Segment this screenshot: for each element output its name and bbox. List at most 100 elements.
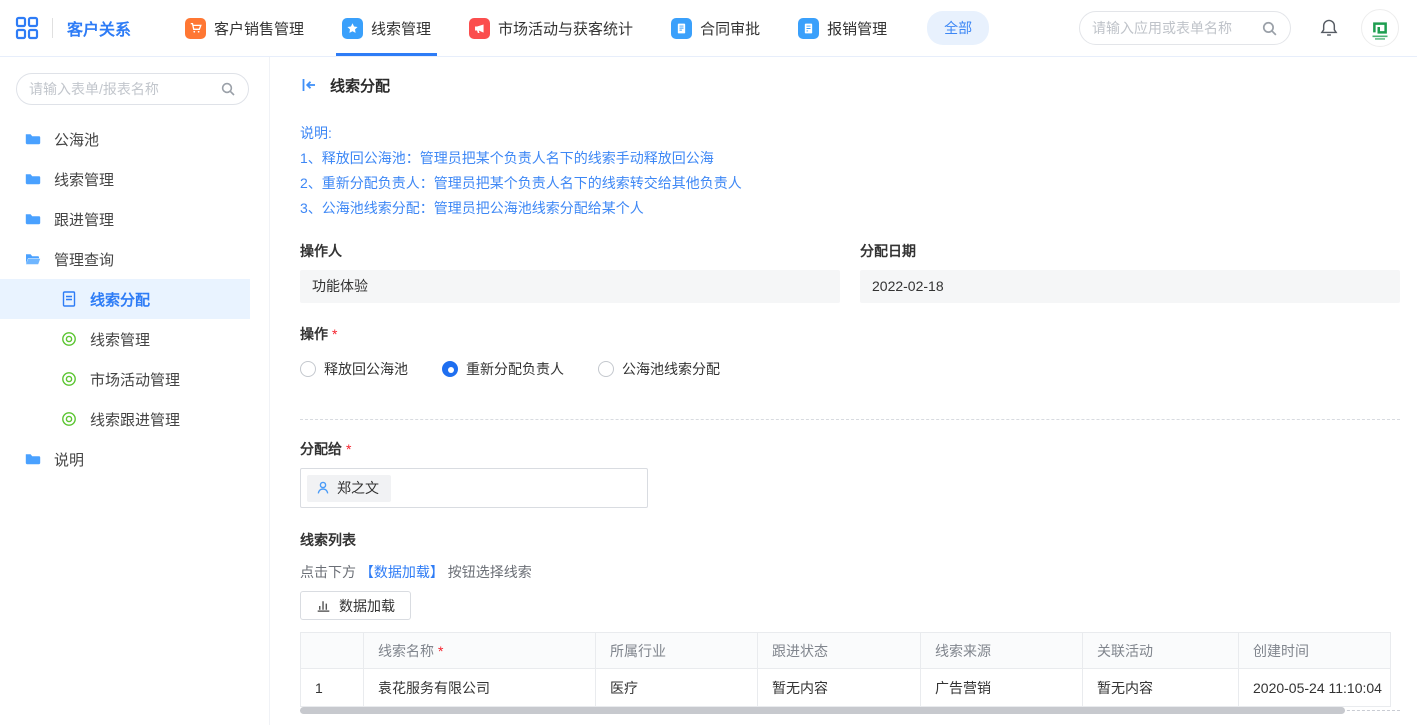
- workspace-title[interactable]: 客户关系: [67, 16, 131, 40]
- radio-reassign-owner[interactable]: 重新分配负责人: [442, 359, 564, 379]
- radio-icon-checked[interactable]: [442, 361, 458, 377]
- nav-tab-label: 市场活动与获客统计: [498, 18, 633, 39]
- instructions-title: 说明:: [300, 121, 1400, 146]
- cell-lead-source: 广告营销: [921, 669, 1083, 707]
- search-icon: [1261, 20, 1278, 37]
- assign-to-input[interactable]: 郑之文: [300, 468, 648, 508]
- search-icon: [220, 81, 236, 97]
- table-row: 1 袁花服务有限公司 医疗 暂无内容 广告营销 暂无内容 2020-05-24 …: [301, 669, 1391, 707]
- report-icon: [60, 370, 78, 388]
- required-mark: *: [346, 441, 351, 457]
- nav-tab-marketing-stats[interactable]: 市场活动与获客统计: [463, 0, 639, 56]
- sidebar-folder-lead-management[interactable]: 线索管理: [0, 159, 269, 199]
- instructions-block: 说明: 1、释放回公海池：管理员把某个负责人名下的线索手动释放回公海 2、重新分…: [300, 121, 1400, 221]
- col-lead-source: 线索来源: [921, 633, 1083, 669]
- hint-text: 按钮选择线索: [444, 564, 532, 580]
- assign-date-field: 分配日期 2022-02-18: [860, 241, 1400, 303]
- megaphone-icon: [469, 18, 490, 39]
- all-apps-pill[interactable]: 全部: [927, 11, 989, 45]
- sidebar-search-input[interactable]: [29, 81, 220, 97]
- instruction-line: 1、释放回公海池：管理员把某个负责人名下的线索手动释放回公海: [300, 146, 1400, 171]
- col-related-activity: 关联活动: [1083, 633, 1239, 669]
- nav-tab-label: 线索管理: [371, 18, 431, 39]
- sidebar-folder-follow-up[interactable]: 跟进管理: [0, 199, 269, 239]
- hint-text: 点击下方: [300, 564, 360, 580]
- cell-created-time: 2020-05-24 11:10:04: [1239, 669, 1391, 707]
- operator-field: 操作人 功能体验: [300, 241, 840, 303]
- cell-industry: 医疗: [596, 669, 758, 707]
- assign-date-input[interactable]: 2022-02-18: [860, 270, 1400, 303]
- sidebar-item-label: 说明: [54, 449, 84, 470]
- lead-list-hint: 点击下方 【数据加载】 按钮选择线索: [300, 562, 1400, 582]
- collapse-back-icon[interactable]: [300, 76, 318, 94]
- data-load-button[interactable]: 数据加载: [300, 591, 411, 620]
- sidebar-folder-instructions[interactable]: 说明: [0, 439, 269, 479]
- required-mark: *: [332, 326, 337, 342]
- account-avatar[interactable]: [1361, 9, 1399, 47]
- nav-tab-label: 客户销售管理: [214, 18, 304, 39]
- sidebar-folder-admin-query[interactable]: 管理查询: [0, 239, 269, 279]
- sidebar-search: [16, 73, 249, 105]
- sidebar-item-market-activity-manage[interactable]: 市场活动管理: [0, 359, 269, 399]
- sidebar-item-lead-manage-report[interactable]: 线索管理: [0, 319, 269, 359]
- cell-index: 1: [301, 669, 364, 707]
- sidebar: 公海池 线索管理 跟进管理: [0, 57, 270, 725]
- lead-list-section: 线索列表 点击下方 【数据加载】 按钮选择线索 数据加载: [300, 530, 1400, 717]
- person-icon: [315, 480, 331, 496]
- operator-input[interactable]: 功能体验: [300, 270, 840, 303]
- col-industry: 所属行业: [596, 633, 758, 669]
- sidebar-folder-public-pool[interactable]: 公海池: [0, 119, 269, 159]
- star-icon: [342, 18, 363, 39]
- radio-release-to-pool[interactable]: 释放回公海池: [300, 359, 408, 379]
- page-header: 线索分配: [300, 57, 1400, 97]
- user-tag[interactable]: 郑之文: [307, 475, 391, 502]
- radio-icon[interactable]: [300, 361, 316, 377]
- lead-table: 线索名称* 所属行业 跟进状态 线索来源 关联活动 创建时间 1 袁花服务有限公…: [300, 632, 1391, 707]
- scrollbar-thumb[interactable]: [300, 707, 1345, 714]
- nav-tab-lead-management[interactable]: 线索管理: [336, 0, 437, 56]
- col-follow-status: 跟进状态: [758, 633, 921, 669]
- nav-tab-expense-management[interactable]: 报销管理: [792, 0, 893, 56]
- col-index: [301, 633, 364, 669]
- folder-icon: [24, 170, 42, 188]
- notifications-bell-icon[interactable]: [1319, 18, 1339, 38]
- apps-grid-icon[interactable]: [14, 15, 40, 41]
- assign-to-field: 分配给* 郑之文: [300, 439, 1400, 508]
- document-icon: [671, 18, 692, 39]
- cell-lead-name: 袁花服务有限公司: [364, 669, 596, 707]
- operation-field: 操作* 释放回公海池 重新分配负责人 公海池线索分配: [300, 324, 1400, 379]
- nav-tab-customer-sales[interactable]: 客户销售管理: [179, 0, 310, 56]
- report-icon: [60, 330, 78, 348]
- col-created-time: 创建时间: [1239, 633, 1391, 669]
- instruction-line: 3、公海池线索分配：管理员把公海池线索分配给某个人: [300, 196, 1400, 221]
- hint-load-link[interactable]: 【数据加载】: [360, 564, 444, 580]
- cell-related-activity: 暂无内容: [1083, 669, 1239, 707]
- sidebar-item-lead-follow-manage[interactable]: 线索跟进管理: [0, 399, 269, 439]
- sidebar-item-label: 公海池: [54, 129, 99, 150]
- nav-tab-label: 合同审批: [700, 18, 760, 39]
- lead-list-title: 线索列表: [300, 530, 1400, 550]
- col-lead-name: 线索名称*: [364, 633, 596, 669]
- nav-tab-contract-approval[interactable]: 合同审批: [665, 0, 766, 56]
- topbar-search: [1079, 11, 1291, 45]
- bar-chart-icon: [316, 598, 331, 613]
- folder-icon: [24, 450, 42, 468]
- form-icon: [60, 290, 78, 308]
- required-mark: *: [438, 643, 443, 659]
- topbar: 客户关系 客户销售管理 线索管理 市场活动与获客: [0, 0, 1417, 57]
- cell-follow-status: 暂无内容: [758, 669, 921, 707]
- sidebar-item-lead-assign[interactable]: 线索分配: [0, 279, 250, 319]
- main-content: 线索分配 说明: 1、释放回公海池：管理员把某个负责人名下的线索手动释放回公海 …: [270, 57, 1417, 725]
- topbar-search-input[interactable]: [1092, 20, 1261, 36]
- sidebar-item-label: 管理查询: [54, 249, 114, 270]
- folder-open-icon: [24, 250, 42, 268]
- receipt-icon: [798, 18, 819, 39]
- report-icon: [60, 410, 78, 428]
- radio-icon[interactable]: [598, 361, 614, 377]
- radio-pool-assign[interactable]: 公海池线索分配: [598, 359, 720, 379]
- page-title: 线索分配: [330, 75, 390, 96]
- sidebar-item-label: 线索分配: [90, 289, 150, 310]
- sidebar-item-label: 跟进管理: [54, 209, 114, 230]
- assign-date-label: 分配日期: [860, 241, 1400, 261]
- operation-label: 操作: [300, 326, 328, 342]
